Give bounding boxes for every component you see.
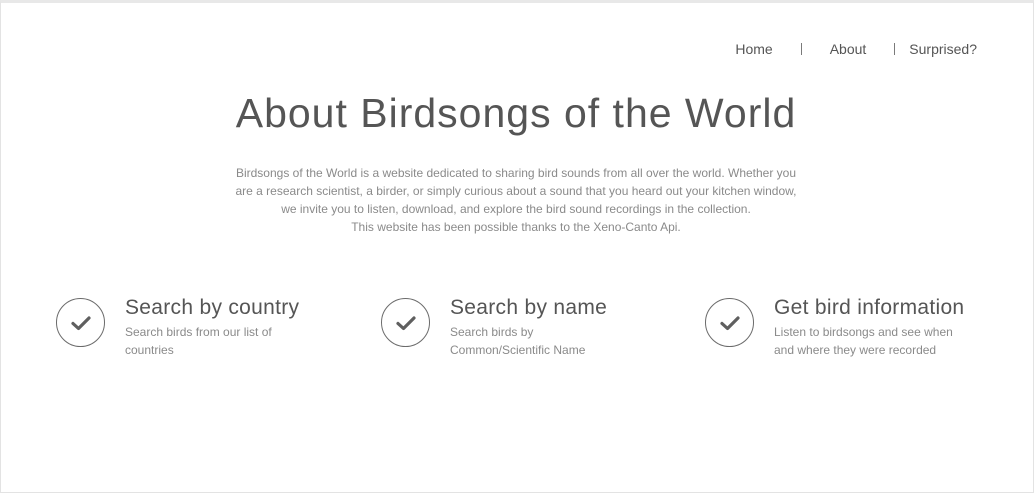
page-title: About Birdsongs of the World [235, 90, 797, 136]
intro-line: are a research scientist, a birder, or s… [235, 184, 797, 198]
feature-title: Search by country [125, 296, 300, 319]
check-icon [381, 298, 430, 347]
top-nav: Home About Surprised? [735, 41, 977, 57]
feature-search-by-name: Search by name Search birds by Common/Sc… [381, 295, 607, 359]
intro-line: we invite you to listen, download, and e… [281, 202, 751, 216]
feature-title: Search by name [450, 296, 608, 319]
nav-surprised-link[interactable]: Surprised? [909, 41, 977, 57]
feature-desc-line: and where they were recorded [774, 343, 937, 357]
check-icon [56, 298, 105, 347]
nav-divider [800, 43, 802, 55]
feature-description: Search birds from our list of countries [125, 323, 299, 359]
feature-get-bird-information: Get bird information Listen to birdsongs… [705, 295, 964, 359]
page-frame: Home About Surprised? About Birdsongs of… [0, 0, 1034, 493]
check-icon [705, 298, 754, 347]
feature-desc-line: Search birds by [450, 325, 534, 339]
nav-about-link[interactable]: About [830, 41, 867, 57]
feature-desc-line: countries [125, 343, 174, 357]
nav-home-link[interactable]: Home [735, 41, 772, 57]
nav-divider [894, 43, 896, 55]
feature-title: Get bird information [774, 296, 965, 319]
intro-line: Birdsongs of the World is a website dedi… [235, 166, 797, 180]
feature-description: Listen to birdsongs and see when and whe… [774, 323, 964, 359]
feature-desc-line: Listen to birdsongs and see when [774, 325, 953, 339]
feature-desc-line: Search birds from our list of [125, 325, 272, 339]
feature-description: Search birds by Common/Scientific Name [450, 323, 607, 359]
feature-search-by-country: Search by country Search birds from our … [56, 295, 299, 359]
intro-line: This website has been possible thanks to… [351, 220, 681, 234]
intro-paragraph: Birdsongs of the World is a website dedi… [213, 164, 819, 236]
feature-desc-line: Common/Scientific Name [450, 343, 586, 357]
